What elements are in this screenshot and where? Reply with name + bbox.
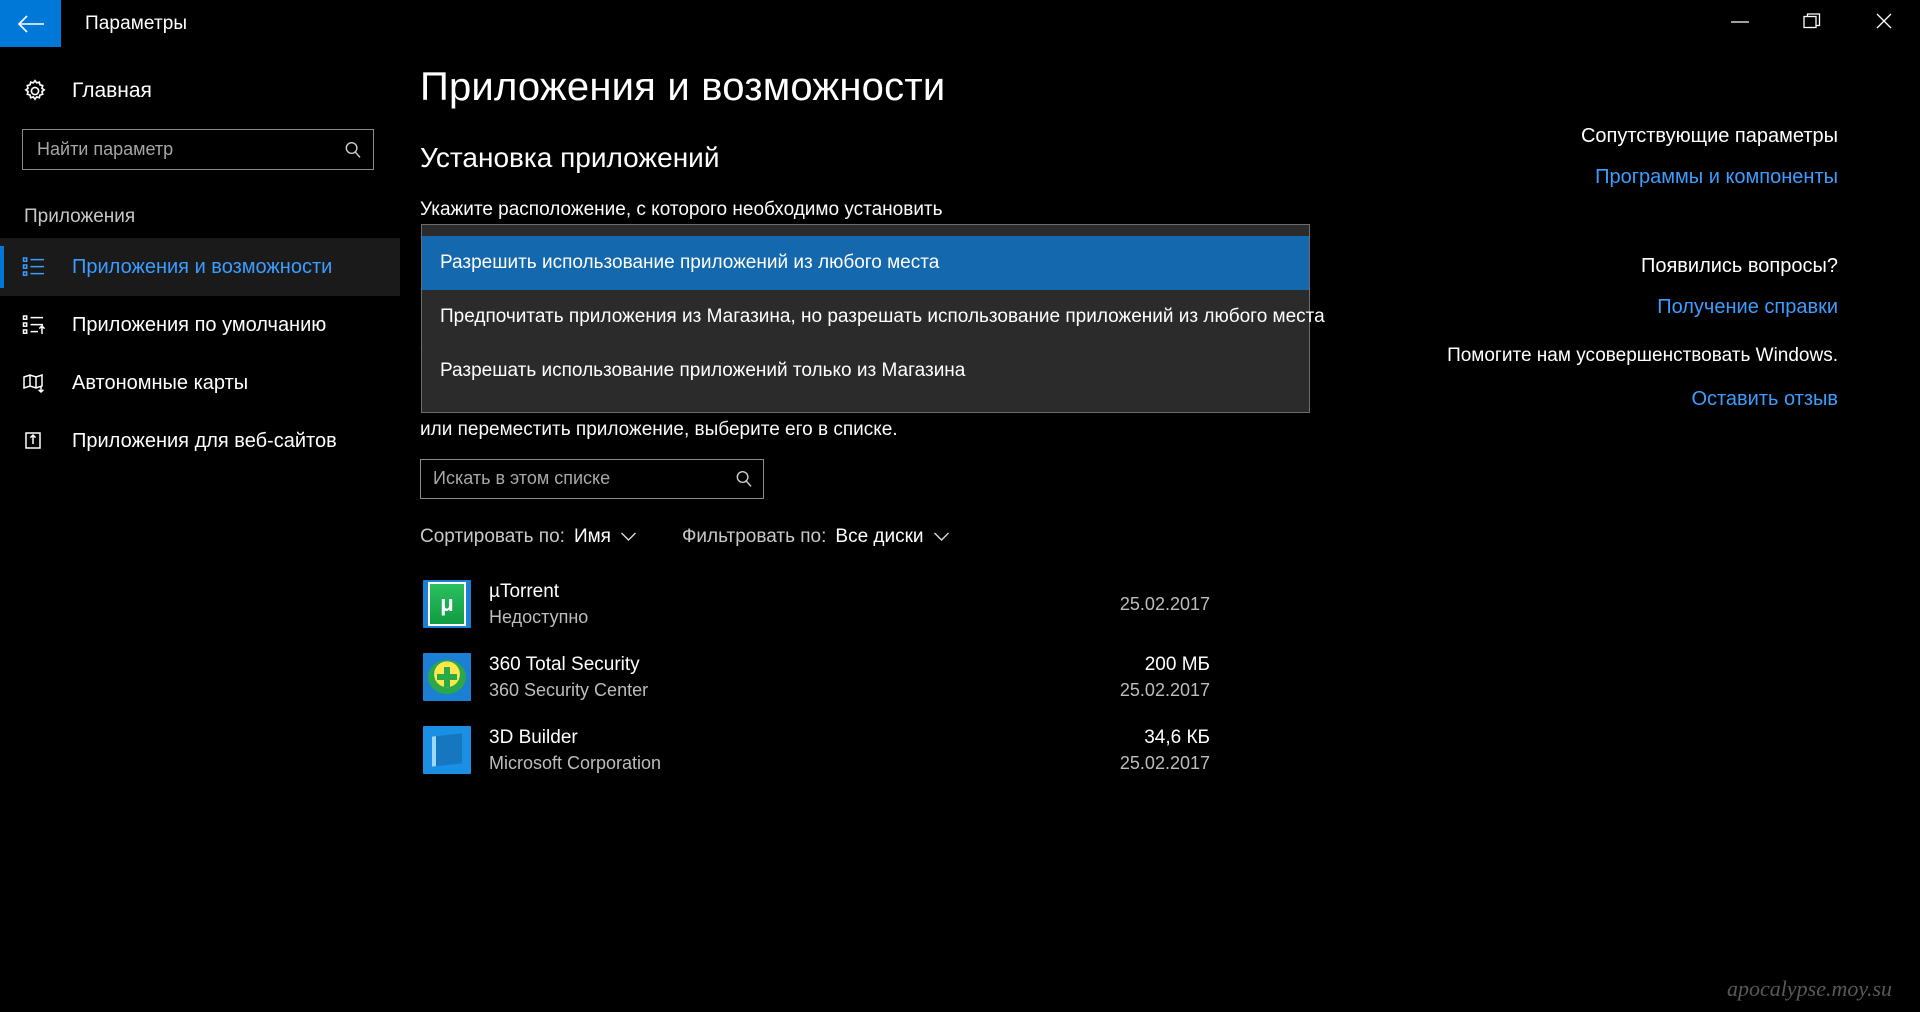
- 360-total-security-app-icon: [423, 653, 471, 702]
- sidebar-item-label: Автономные карты: [72, 371, 249, 394]
- list-icon: [22, 256, 66, 278]
- window-title: Параметры: [85, 12, 188, 34]
- app-name: 360 Total Security: [489, 653, 640, 675]
- sidebar-item-label: Приложения для веб-сайтов: [72, 429, 337, 452]
- main-content: Приложения и возможности Установка прило…: [420, 47, 1210, 787]
- search-icon[interactable]: [725, 469, 763, 489]
- app-list: μ µTorrent Недоступно 25.02.2017 360 Tot…: [420, 548, 1210, 787]
- filter-by-dropdown[interactable]: Фильтровать по: Все диски: [682, 526, 950, 548]
- back-arrow-icon: [16, 13, 46, 35]
- sidebar-item-offline-maps[interactable]: Автономные карты: [0, 354, 400, 412]
- sidebar-item-label: Приложения и возможности: [72, 255, 333, 278]
- app-size: 200 МБ: [1144, 653, 1210, 675]
- map-download-icon: [22, 372, 66, 394]
- filter-by-value: Все диски: [835, 525, 924, 547]
- minimize-button[interactable]: [1704, 0, 1776, 47]
- gear-icon: [22, 78, 66, 104]
- 3d-builder-app-icon: [423, 726, 471, 775]
- sidebar-item-apps-and-features[interactable]: Приложения и возможности: [0, 238, 400, 296]
- sort-by-value: Имя: [573, 525, 611, 547]
- app-list-search-box[interactable]: [420, 458, 764, 499]
- watermark: apocalypse.moy.su: [1727, 976, 1892, 1001]
- sort-filter-row: Сортировать по: Имя Фильтровать по: Все …: [420, 499, 1210, 548]
- page-title: Приложения и возможности: [420, 65, 946, 109]
- programs-and-features-link[interactable]: Программы и компоненты: [1210, 148, 1838, 189]
- minimize-icon: [1729, 15, 1751, 33]
- list-up-arrow-icon: [22, 314, 66, 336]
- app-publisher: Microsoft Corporation: [489, 752, 662, 773]
- search-icon[interactable]: [333, 140, 373, 160]
- sort-by-label: Сортировать по:: [420, 525, 565, 547]
- search-input[interactable]: [23, 139, 333, 160]
- back-button[interactable]: [0, 0, 61, 47]
- sort-by-dropdown[interactable]: Сортировать по: Имя: [420, 526, 637, 548]
- app-list-search-input[interactable]: [421, 468, 725, 490]
- close-button[interactable]: [1848, 0, 1920, 47]
- chevron-down-icon: [933, 526, 950, 548]
- app-publisher: Недоступно: [489, 606, 589, 627]
- sidebar-item-default-apps[interactable]: Приложения по умолчанию: [0, 296, 400, 354]
- dropdown-option[interactable]: Разрешить использование приложений из лю…: [422, 236, 1309, 290]
- app-size: 34,6 КБ: [1144, 726, 1210, 748]
- app-install-date: 25.02.2017: [1119, 752, 1210, 773]
- sidebar-item-home[interactable]: Главная: [0, 67, 400, 115]
- sidebar: Главная Приложения Приложения и возможно…: [0, 47, 400, 1012]
- right-panel: Сопутствующие параметры Программы и комп…: [1210, 47, 1910, 411]
- restore-icon: [1801, 11, 1823, 36]
- settings-search-box[interactable]: [22, 129, 374, 170]
- app-name: 3D Builder: [489, 726, 578, 748]
- related-settings-heading: Сопутствующие параметры: [1580, 125, 1838, 147]
- utorrent-app-icon: μ: [423, 580, 471, 629]
- list-item[interactable]: 360 Total Security 360 Security Center 2…: [420, 641, 1210, 714]
- window-controls: [1704, 0, 1920, 47]
- list-item[interactable]: μ µTorrent Недоступно 25.02.2017: [420, 568, 1210, 641]
- app-install-date: 25.02.2017: [1119, 679, 1210, 700]
- title-bar: Параметры: [0, 0, 1920, 47]
- sidebar-home-label: Главная: [72, 79, 152, 102]
- app-install-date: 25.02.2017: [1119, 594, 1210, 615]
- close-icon: [1873, 11, 1895, 36]
- sidebar-item-label: Приложения по умолчанию: [72, 313, 327, 336]
- list-item[interactable]: 3D Builder Microsoft Corporation 34,6 КБ…: [420, 714, 1210, 787]
- install-section-title: Установка приложений: [420, 142, 720, 173]
- dropdown-option[interactable]: Разрешать использование приложений тольк…: [422, 344, 1309, 398]
- install-source-dropdown-list[interactable]: Разрешить использование приложений из лю…: [421, 224, 1325, 413]
- app-name: µTorrent: [489, 580, 560, 602]
- chevron-down-icon: [620, 526, 637, 548]
- app-publisher: 360 Security Center: [489, 679, 649, 700]
- export-box-icon: [22, 430, 66, 452]
- sidebar-group-title: Приложения: [24, 206, 136, 227]
- sidebar-item-apps-for-websites[interactable]: Приложения для веб-сайтов: [0, 412, 400, 470]
- maximize-button[interactable]: [1776, 0, 1848, 47]
- filter-by-label: Фильтровать по:: [681, 525, 827, 547]
- dropdown-option[interactable]: Предпочитать приложения из Магазина, но …: [422, 290, 1325, 344]
